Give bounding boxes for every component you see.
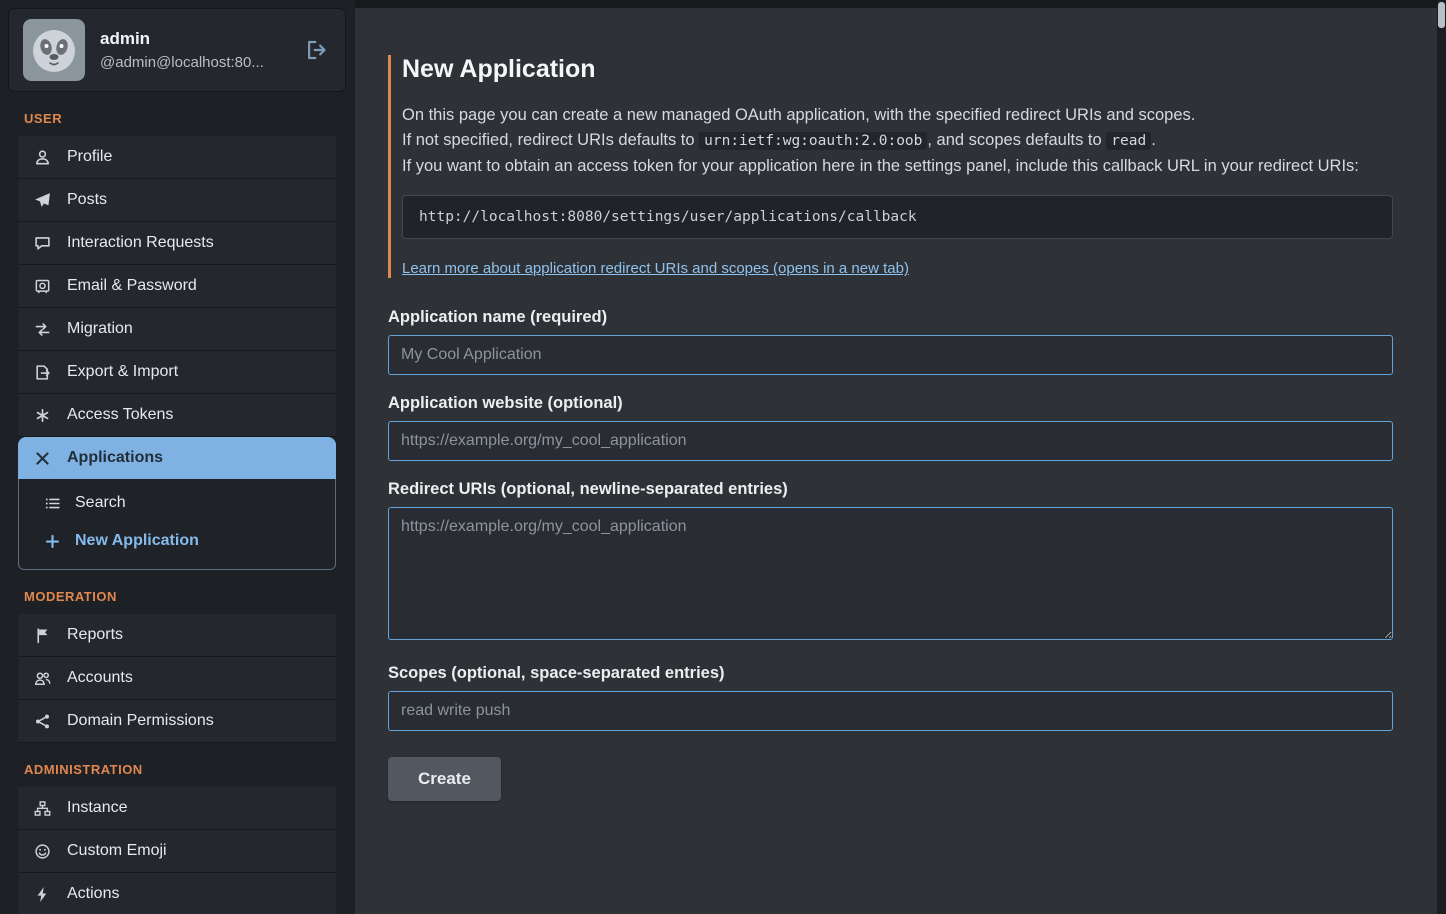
application-name-label: Application name (required)	[388, 308, 1393, 327]
user-meta: admin @admin@localhost:80...	[100, 29, 286, 71]
text-segment: If not specified, redirect URIs defaults…	[402, 131, 699, 149]
redirect-uris-textarea[interactable]	[388, 507, 1393, 640]
submenu-item-label: Search	[75, 494, 126, 512]
redirect-uris-label: Redirect URIs (optional, newline-separat…	[388, 480, 1393, 499]
share-nodes-icon	[32, 713, 52, 730]
user-icon	[32, 149, 52, 166]
sidebar: admin @admin@localhost:80... USER Profil…	[0, 0, 355, 914]
certificate-icon	[32, 407, 52, 424]
sidebar-item-custom-emoji[interactable]: Custom Emoji	[18, 830, 336, 873]
sidebar-item-profile[interactable]: Profile	[18, 136, 336, 179]
inline-code-oob: urn:ietf:wg:oauth:2.0:oob	[699, 132, 927, 150]
callback-url-codeblock: http://localhost:8080/settings/user/appl…	[402, 195, 1393, 239]
application-website-label: Application website (optional)	[388, 394, 1393, 413]
sidebar-item-label: Reports	[67, 626, 123, 644]
inline-code-read: read	[1106, 132, 1151, 150]
sidebar-item-posts[interactable]: Posts	[18, 179, 336, 222]
section-label-moderation: MODERATION	[8, 570, 346, 614]
field-application-website: Application website (optional)	[388, 394, 1393, 461]
section-label-user: USER	[8, 92, 346, 136]
intro-line-3: If you want to obtain an access token fo…	[402, 154, 1393, 178]
sidebar-item-label: Applications	[67, 449, 163, 467]
scopes-label: Scopes (optional, space-separated entrie…	[388, 664, 1393, 683]
sidebar-item-email-password[interactable]: Email & Password	[18, 265, 336, 308]
intro-section: New Application On this page you can cre…	[388, 55, 1393, 278]
sidebar-item-label: Domain Permissions	[67, 712, 214, 730]
submenu-item-label: New Application	[75, 532, 199, 550]
submenu-item-new-application[interactable]: New Application	[19, 522, 335, 560]
sidebar-item-label: Posts	[67, 191, 107, 209]
paper-plane-icon	[32, 192, 52, 209]
comment-icon	[32, 235, 52, 252]
sitemap-icon	[32, 800, 52, 817]
user-card[interactable]: admin @admin@localhost:80...	[8, 8, 346, 92]
app-root: admin @admin@localhost:80... USER Profil…	[0, 0, 1446, 914]
page-scrollbar	[1437, 0, 1446, 914]
users-icon	[32, 670, 52, 687]
sidebar-item-reports[interactable]: Reports	[18, 614, 336, 657]
content-panel: New Application On this page you can cre…	[355, 8, 1437, 914]
sidebar-item-label: Email & Password	[67, 277, 197, 295]
flag-icon	[32, 627, 52, 644]
nav-administration: Instance Custom Emoji Actions	[18, 787, 336, 914]
sidebar-item-actions[interactable]: Actions	[18, 873, 336, 914]
tools-icon	[32, 450, 52, 467]
sidebar-item-label: Instance	[67, 799, 127, 817]
sidebar-item-label: Accounts	[67, 669, 133, 687]
sidebar-item-instance[interactable]: Instance	[18, 787, 336, 830]
sidebar-item-access-tokens[interactable]: Access Tokens	[18, 394, 336, 437]
sidebar-item-label: Interaction Requests	[67, 234, 214, 252]
submenu-item-search[interactable]: Search	[19, 484, 335, 522]
application-name-input[interactable]	[388, 335, 1393, 375]
text-segment: , and scopes defaults to	[927, 131, 1106, 149]
sidebar-item-accounts[interactable]: Accounts	[18, 657, 336, 700]
smiley-icon	[32, 843, 52, 860]
field-application-name: Application name (required)	[388, 308, 1393, 375]
sidebar-item-applications[interactable]: Applications	[18, 437, 336, 479]
bolt-icon	[32, 886, 52, 903]
sidebar-item-label: Custom Emoji	[67, 842, 167, 860]
sidebar-item-label: Actions	[67, 885, 119, 903]
sidebar-item-migration[interactable]: Migration	[18, 308, 336, 351]
plus-icon	[43, 533, 61, 550]
sidebar-item-label: Migration	[67, 320, 133, 338]
applications-submenu: Search New Application	[18, 479, 336, 570]
user-handle: @admin@localhost:80...	[100, 54, 286, 71]
vault-icon	[32, 278, 52, 295]
intro-line-2: If not specified, redirect URIs defaults…	[402, 128, 1393, 152]
field-scopes: Scopes (optional, space-separated entrie…	[388, 664, 1393, 731]
nav-user: Profile Posts Interaction Requests Email…	[18, 136, 336, 570]
page-title: New Application	[402, 55, 1393, 84]
logout-icon[interactable]	[301, 35, 331, 65]
avatar	[23, 19, 85, 81]
new-application-form: Application name (required) Application …	[388, 308, 1393, 801]
intro-line-1: On this page you can create a new manage…	[402, 103, 1393, 127]
learn-more-link[interactable]: Learn more about application redirect UR…	[402, 260, 909, 277]
scrollbar-thumb[interactable]	[1438, 2, 1445, 28]
sidebar-item-label: Profile	[67, 148, 112, 166]
sidebar-item-export-import[interactable]: Export & Import	[18, 351, 336, 394]
list-icon	[43, 495, 61, 512]
sidebar-item-label: Access Tokens	[67, 406, 173, 424]
section-label-administration: ADMINISTRATION	[8, 743, 346, 787]
sidebar-item-domain-permissions[interactable]: Domain Permissions	[18, 700, 336, 743]
field-redirect-uris: Redirect URIs (optional, newline-separat…	[388, 480, 1393, 645]
migration-arrows-icon	[32, 321, 52, 338]
main-area: New Application On this page you can cre…	[355, 0, 1446, 914]
sidebar-item-interaction-requests[interactable]: Interaction Requests	[18, 222, 336, 265]
create-button[interactable]: Create	[388, 757, 501, 801]
sidebar-item-label: Export & Import	[67, 363, 178, 381]
scopes-input[interactable]	[388, 691, 1393, 731]
text-segment: .	[1151, 131, 1156, 149]
file-export-icon	[32, 364, 52, 381]
nav-moderation: Reports Accounts Domain Permissions	[18, 614, 336, 743]
application-website-input[interactable]	[388, 421, 1393, 461]
user-name: admin	[100, 29, 286, 49]
